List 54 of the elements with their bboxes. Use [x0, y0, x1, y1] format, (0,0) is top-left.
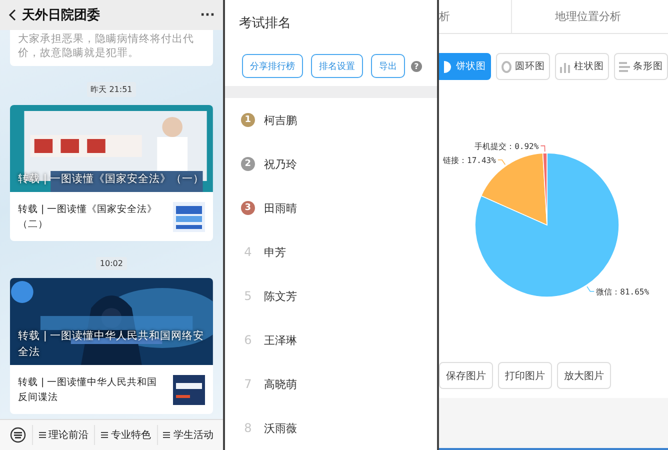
message-time: 昨天 21:51	[86, 82, 136, 97]
student-name: 沃雨薇	[264, 420, 297, 436]
pie-chart-icon	[444, 60, 453, 72]
tab[interactable]: 析	[439, 0, 512, 33]
student-name: 柯吉鹏	[264, 112, 297, 128]
tab[interactable]: 地理位置分析	[512, 0, 668, 33]
student-name: 祝乃玲	[264, 156, 297, 172]
message-time: 10:02	[96, 257, 127, 270]
rank-number: 5	[243, 289, 253, 303]
menu-item[interactable]: 专业特色	[94, 425, 157, 445]
rank-number: 7	[243, 377, 253, 391]
article-card[interactable]: 转载 | 一图读懂中华人民共和国网络安全法 转载 | 一图读懂中华人民共和国反间谍法	[10, 278, 213, 414]
rank-number: 6	[243, 333, 253, 347]
data-label: 链接：17.43%	[443, 156, 496, 165]
image-action-button[interactable]: 打印图片	[498, 362, 552, 389]
rank-number: 8	[243, 421, 253, 435]
menu-item[interactable]: 学生活动	[156, 425, 219, 445]
image-action-button[interactable]: 放大图片	[557, 362, 611, 389]
help-icon[interactable]: ?	[410, 60, 422, 72]
ring-icon	[501, 60, 512, 72]
leader-line	[498, 159, 506, 166]
menu-icon	[100, 432, 108, 438]
student-name: 王泽琳	[264, 332, 297, 348]
chart-type-button[interactable]: 柱状图	[555, 53, 609, 80]
image-action-button[interactable]: 保存图片	[439, 362, 493, 389]
article-title[interactable]: 转载 | 一图读懂《国家安全法》（二）	[18, 202, 167, 232]
menu-icon	[163, 432, 170, 438]
message-text: 大家承担恶果，隐瞒病情终将付出代价，故意隐瞒就是犯罪。	[10, 30, 213, 66]
menu-icon	[38, 432, 46, 438]
data-label: 微信：81.65%	[596, 287, 650, 296]
action-button[interactable]: 排名设置	[310, 54, 363, 78]
chart-type-button[interactable]: 圆环图	[496, 53, 550, 80]
action-button[interactable]: 分享排行榜	[242, 54, 303, 78]
list-icon	[619, 62, 630, 72]
leader-line	[540, 145, 546, 152]
rank-medal: 2	[240, 157, 255, 171]
student-name: 陈文芳	[264, 288, 297, 304]
keyboard-icon[interactable]	[10, 427, 26, 443]
back-icon[interactable]	[8, 9, 16, 21]
bar-chart-icon	[560, 60, 571, 72]
page-title: 考试排名	[238, 15, 292, 32]
chart-type-button[interactable]: 条形图	[614, 53, 668, 80]
leader-line	[586, 286, 595, 292]
rank-medal: 3	[240, 201, 255, 215]
data-label: 手机提交：0.92%	[474, 142, 539, 151]
student-name: 田雨晴	[264, 200, 297, 216]
student-name: 申芳	[264, 244, 286, 260]
rank-number: 4	[243, 245, 253, 259]
chat-title: 天外日院团委	[22, 6, 100, 24]
student-name: 高晓萌	[264, 376, 297, 392]
rank-medal: 1	[240, 113, 255, 127]
article-title[interactable]: 转载 | 一图读懂中华人民共和国反间谍法	[18, 374, 167, 404]
more-button[interactable]: ···	[200, 8, 215, 22]
menu-item[interactable]: 理论前沿	[32, 425, 94, 445]
